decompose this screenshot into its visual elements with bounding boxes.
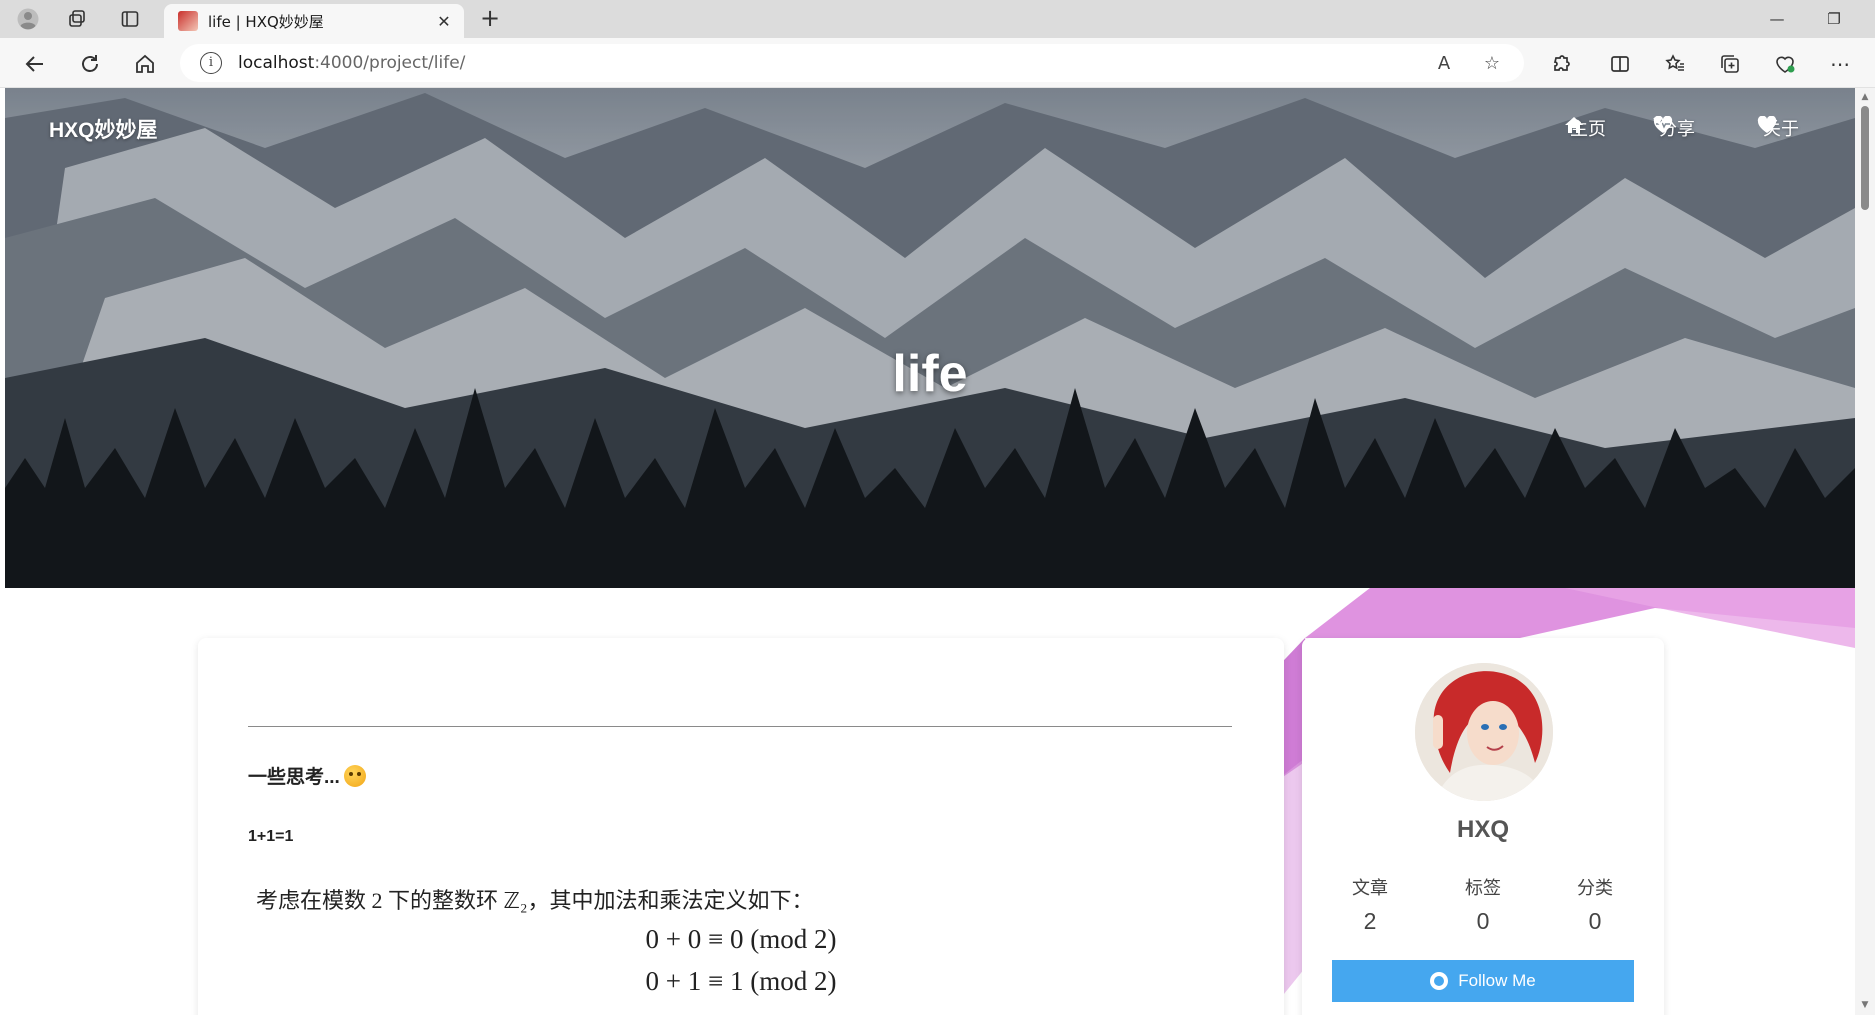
workspaces-icon[interactable] xyxy=(65,7,89,31)
nav-home[interactable]: 主页 xyxy=(1564,116,1606,140)
tab-title: life | HXQ妙妙屋 xyxy=(208,12,324,31)
follow-me-label: Follow Me xyxy=(1458,971,1536,990)
divider xyxy=(248,726,1232,727)
follow-me-button[interactable]: Follow Me xyxy=(1332,960,1634,1002)
favorites-icon[interactable] xyxy=(1662,51,1688,77)
url-path: :4000/project/life/ xyxy=(314,53,466,73)
profile-icon[interactable] xyxy=(16,7,40,31)
restore-button[interactable]: ❐ xyxy=(1822,8,1846,30)
address-bar[interactable]: i localhost:4000/project/life/ A ☆ xyxy=(180,44,1524,82)
site-info-icon[interactable]: i xyxy=(200,52,222,74)
minimize-button[interactable]: — xyxy=(1765,8,1789,30)
extensions-icon[interactable] xyxy=(1548,51,1574,77)
equation-line: 0 + 1 ≡ 1 (mod 2) xyxy=(645,966,837,996)
post-heading-text: 一些思考... xyxy=(248,767,340,788)
page-scrollbar[interactable]: ▲ ▼ xyxy=(1855,88,1875,1015)
hero-title: life xyxy=(892,345,968,403)
collections-icon[interactable] xyxy=(1717,51,1743,77)
mountain-landscape-image xyxy=(5,88,1855,588)
stat-categories[interactable]: 分类 0 xyxy=(1545,874,1645,935)
stat-label: 文章 xyxy=(1352,878,1388,898)
thinking-face-icon xyxy=(343,764,366,787)
page-viewport: HXQ妙妙屋 主页 分享 关于 life 一些思考... 1+1=1 考虑在模数… xyxy=(5,88,1855,1015)
url-host: localhost xyxy=(238,53,315,73)
read-aloud-icon[interactable]: A xyxy=(1432,52,1456,74)
browser-toolbar: i localhost:4000/project/life/ A ☆ ⋯ xyxy=(0,38,1875,88)
post-heading: 一些思考... xyxy=(248,762,366,789)
stat-value: 0 xyxy=(1476,908,1490,934)
tab-actions-icon[interactable] xyxy=(118,7,142,31)
post-card: 一些思考... 1+1=1 考虑在模数 2 下的整数环 ℤ₂，其中加法和乘法定义… xyxy=(198,638,1284,1015)
profile-card: HXQ 文章 2 标签 0 分类 0 Follow Me xyxy=(1302,638,1664,1015)
scroll-up-icon[interactable]: ▲ xyxy=(1860,92,1870,102)
home-button[interactable] xyxy=(132,51,158,77)
stat-label: 标签 xyxy=(1465,878,1501,898)
tab-favicon-icon xyxy=(178,11,198,31)
tab-active[interactable]: life | HXQ妙妙屋 ✕ xyxy=(164,4,464,38)
site-title[interactable]: HXQ妙妙屋 xyxy=(49,114,158,144)
stat-label: 分类 xyxy=(1577,878,1613,898)
new-tab-button[interactable]: + xyxy=(478,6,502,31)
post-intro: 考虑在模数 2 下的整数环 ℤ₂，其中加法和乘法定义如下： xyxy=(256,888,814,913)
back-button[interactable] xyxy=(22,51,48,77)
post-subheading: 1+1=1 xyxy=(248,828,294,845)
hero-banner: HXQ妙妙屋 主页 分享 关于 life xyxy=(5,88,1855,588)
stat-articles[interactable]: 文章 2 xyxy=(1320,874,1420,935)
refresh-button[interactable] xyxy=(77,51,103,77)
author-name: HXQ xyxy=(1456,816,1509,843)
scrollbar-thumb[interactable] xyxy=(1861,106,1869,210)
browser-essentials-icon[interactable] xyxy=(1772,51,1798,77)
avatar[interactable] xyxy=(1415,663,1553,801)
equation-line: 0 + 0 ≡ 0 (mod 2) xyxy=(645,924,837,954)
scroll-down-icon[interactable]: ▼ xyxy=(1860,1000,1870,1010)
nav-share[interactable]: 分享 xyxy=(1653,116,1701,140)
github-icon xyxy=(1430,972,1449,990)
stat-tags[interactable]: 标签 0 xyxy=(1433,874,1533,935)
browser-tab-bar: life | HXQ妙妙屋 ✕ + — ❐ xyxy=(0,0,1875,38)
tab-close-icon[interactable]: ✕ xyxy=(434,11,454,31)
stat-value: 2 xyxy=(1363,908,1377,934)
favorite-star-icon[interactable]: ☆ xyxy=(1480,52,1504,74)
nav-about[interactable]: 关于 xyxy=(1757,116,1799,140)
stat-value: 0 xyxy=(1588,908,1602,934)
more-menu-icon[interactable]: ⋯ xyxy=(1827,51,1853,77)
split-screen-icon[interactable] xyxy=(1607,51,1633,77)
